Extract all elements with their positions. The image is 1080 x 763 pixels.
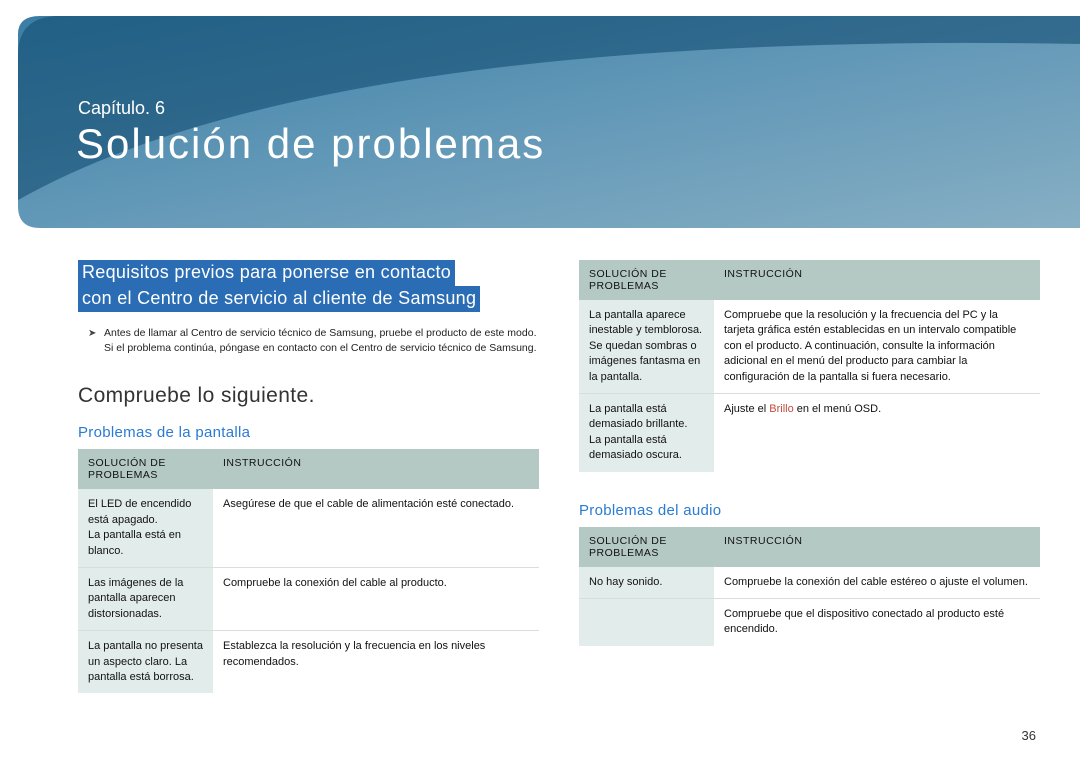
table-row: Compruebe que el dispositivo conectado a… — [579, 598, 1040, 645]
th-instruction: INSTRUCCIÓN — [213, 449, 539, 489]
table-row: No hay sonido. Compruebe la conexión del… — [579, 567, 1040, 599]
note-arrow-icon: ➤ — [88, 327, 96, 342]
cell-instruction: Compruebe la conexión del cable al produ… — [213, 568, 539, 631]
table-header-row: SOLUCIÓN DE PROBLEMAS INSTRUCCIÓN — [579, 260, 1040, 300]
table-header-row: SOLUCIÓN DE PROBLEMAS INSTRUCCIÓN — [78, 449, 539, 489]
chapter-label: Capítulo. 6 — [78, 98, 165, 119]
screen-problems-table-1: SOLUCIÓN DE PROBLEMAS INSTRUCCIÓN El LED… — [78, 449, 539, 693]
th-problem: SOLUCIÓN DE PROBLEMAS — [78, 449, 213, 489]
table-row: La pantalla está demasiado brillante.La … — [579, 393, 1040, 471]
text-pre: Ajuste el — [724, 403, 769, 415]
table-row: La pantalla aparece inestable y tembloro… — [579, 300, 1040, 393]
th-problem: SOLUCIÓN DE PROBLEMAS — [579, 260, 714, 300]
right-column: SOLUCIÓN DE PROBLEMAS INSTRUCCIÓN La pan… — [579, 260, 1040, 693]
subheading-audio-problems: Problemas del audio — [579, 502, 1040, 519]
cell-instruction: Compruebe la conexión del cable estéreo … — [714, 567, 1040, 599]
cell-instruction: Ajuste el Brillo en el menú OSD. — [714, 393, 1040, 471]
highlight-heading: Requisitos previos para ponerse en conta… — [78, 260, 480, 312]
table-row: La pantalla no presenta un aspecto claro… — [78, 631, 539, 694]
table-row: El LED de encendido está apagado.La pant… — [78, 489, 539, 567]
subheading-screen-problems: Problemas de la pantalla — [78, 424, 539, 441]
section-heading: Compruebe lo siguiente. — [78, 384, 539, 408]
cell-instruction: Establezca la resolución y la frecuencia… — [213, 631, 539, 694]
th-instruction: INSTRUCCIÓN — [714, 260, 1040, 300]
note-text: Antes de llamar al Centro de servicio té… — [104, 327, 537, 354]
cell-problem: No hay sonido. — [579, 567, 714, 599]
page-number: 36 — [1022, 728, 1036, 743]
highlight-line-1: Requisitos previos para ponerse en conta… — [78, 260, 455, 286]
cell-problem: La pantalla no presenta un aspecto claro… — [78, 631, 213, 694]
th-problem: SOLUCIÓN DE PROBLEMAS — [579, 527, 714, 567]
cell-instruction: Compruebe que la resolución y la frecuen… — [714, 300, 1040, 393]
cell-problem: La pantalla aparece inestable y tembloro… — [579, 300, 714, 393]
cell-problem: Las imágenes de la pantalla aparecen dis… — [78, 568, 213, 631]
screen-problems-table-2: SOLUCIÓN DE PROBLEMAS INSTRUCCIÓN La pan… — [579, 260, 1040, 472]
audio-problems-table: SOLUCIÓN DE PROBLEMAS INSTRUCCIÓN No hay… — [579, 527, 1040, 646]
text-post: en el menú OSD. — [794, 403, 881, 415]
table-row: Las imágenes de la pantalla aparecen dis… — [78, 568, 539, 631]
note-block: ➤ Antes de llamar al Centro de servicio … — [78, 326, 539, 356]
table-header-row: SOLUCIÓN DE PROBLEMAS INSTRUCCIÓN — [579, 527, 1040, 567]
text-brillo: Brillo — [769, 403, 793, 415]
cell-problem: El LED de encendido está apagado.La pant… — [78, 489, 213, 567]
chapter-title: Solución de problemas — [76, 120, 545, 168]
cell-instruction: Asegúrese de que el cable de alimentació… — [213, 489, 539, 567]
cell-problem: La pantalla está demasiado brillante.La … — [579, 393, 714, 471]
highlight-line-2: con el Centro de servicio al cliente de … — [78, 286, 480, 312]
th-instruction: INSTRUCCIÓN — [714, 527, 1040, 567]
content-area: Requisitos previos para ponerse en conta… — [78, 260, 1040, 693]
left-column: Requisitos previos para ponerse en conta… — [78, 260, 539, 693]
cell-instruction: Compruebe que el dispositivo conectado a… — [714, 598, 1040, 645]
cell-problem — [579, 598, 714, 645]
